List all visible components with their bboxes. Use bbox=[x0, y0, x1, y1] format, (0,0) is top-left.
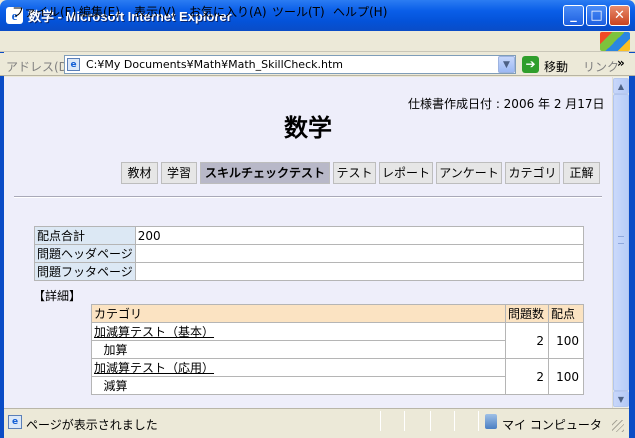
tab-answer[interactable]: 正解 bbox=[563, 162, 600, 184]
indent-cell bbox=[91, 340, 102, 359]
menu-tools[interactable]: ツール(T) bbox=[272, 3, 325, 20]
tab-materials[interactable]: 教材 bbox=[121, 162, 158, 184]
tab-survey[interactable]: アンケート bbox=[436, 162, 502, 184]
tab-report[interactable]: レポート bbox=[379, 162, 433, 184]
tab-skill-check-test[interactable]: スキルチェックテスト bbox=[200, 162, 330, 184]
tab-study[interactable]: 学習 bbox=[161, 162, 197, 184]
menu-help[interactable]: ヘルプ(H) bbox=[333, 3, 387, 20]
question-count: 2 bbox=[505, 322, 549, 359]
detail-table: カテゴリ 問題数 配点 加減算テスト（基本） 2 100 加算 加減算テスト（応… bbox=[91, 304, 584, 395]
close-button[interactable]: ✕ bbox=[609, 5, 630, 26]
category-link[interactable]: 加減算テスト（応用） bbox=[91, 358, 506, 377]
summary-label: 問題フッタページ bbox=[34, 262, 136, 281]
links-more-button[interactable]: » bbox=[617, 56, 625, 70]
address-label: アドレス(D) bbox=[6, 60, 73, 74]
table-row: 問題ヘッダページ bbox=[34, 244, 585, 263]
menu-file[interactable]: ファイル(F) bbox=[12, 3, 76, 20]
page-icon: e bbox=[67, 58, 80, 71]
close-icon: ✕ bbox=[614, 8, 625, 23]
question-count: 2 bbox=[505, 358, 549, 395]
spec-date: 仕様書作成日付 : 2006 年 2 月17日 bbox=[408, 97, 605, 111]
table-row: 配点合計 200 bbox=[34, 226, 585, 245]
computer-zone-icon bbox=[485, 414, 497, 429]
subcategory: 減算 bbox=[101, 376, 506, 395]
table-row: 加減算テスト（基本） 2 100 bbox=[91, 322, 584, 359]
summary-value: 200 bbox=[134, 226, 585, 245]
scroll-up-icon: ▲ bbox=[617, 82, 625, 91]
header-points: 配点 bbox=[548, 304, 584, 323]
summary-table: 配点合計 200 問題ヘッダページ 問題フッタページ bbox=[34, 226, 585, 281]
resize-grip-icon[interactable] bbox=[612, 420, 624, 432]
subcategory: 加算 bbox=[101, 340, 506, 359]
status-divider bbox=[430, 411, 431, 431]
minimize-button[interactable]: _ bbox=[563, 5, 584, 26]
windows-logo-icon bbox=[600, 32, 630, 51]
address-value[interactable]: C:¥My Documents¥Math¥Math_SkillCheck.htm bbox=[86, 58, 343, 71]
chevron-down-icon: ▼ bbox=[503, 60, 510, 70]
details-label: 【詳細】 bbox=[33, 289, 82, 303]
minimize-icon: _ bbox=[570, 8, 577, 23]
category-link-text[interactable]: 加減算テスト（応用） bbox=[94, 361, 214, 375]
status-text: ページが表示されました bbox=[26, 418, 158, 432]
go-button[interactable]: 移動 bbox=[544, 58, 568, 75]
status-divider bbox=[478, 411, 479, 431]
menu-view[interactable]: 表示(V) bbox=[134, 3, 176, 20]
category-link-text[interactable]: 加減算テスト（基本） bbox=[94, 325, 214, 339]
summary-label: 配点合計 bbox=[34, 226, 136, 245]
status-divider bbox=[404, 411, 405, 431]
page-icon: e bbox=[8, 415, 22, 429]
table-header-row: カテゴリ 問題数 配点 bbox=[91, 304, 584, 323]
tab-category[interactable]: カテゴリ bbox=[505, 162, 560, 184]
summary-label: 問題ヘッダページ bbox=[34, 244, 136, 263]
scroll-down-button[interactable]: ▼ bbox=[613, 391, 629, 407]
maximize-button[interactable]: □ bbox=[586, 5, 607, 26]
header-category: カテゴリ bbox=[91, 304, 506, 323]
page-title: 数学 bbox=[284, 114, 332, 142]
indent-cell bbox=[91, 376, 102, 395]
scroll-down-icon: ▼ bbox=[617, 395, 625, 404]
summary-value bbox=[134, 262, 585, 281]
menu-bar bbox=[0, 31, 635, 52]
status-divider bbox=[454, 411, 455, 431]
question-points: 100 bbox=[548, 322, 584, 359]
summary-value bbox=[134, 244, 585, 263]
question-points: 100 bbox=[548, 358, 584, 395]
header-count: 問題数 bbox=[505, 304, 549, 323]
scroll-up-button[interactable]: ▲ bbox=[613, 78, 629, 94]
table-row: 加減算テスト（応用） 2 100 bbox=[91, 358, 584, 395]
maximize-icon: □ bbox=[590, 8, 603, 23]
go-arrow-icon[interactable]: ➔ bbox=[522, 56, 539, 73]
status-divider bbox=[380, 411, 381, 431]
window-frame-right bbox=[629, 31, 635, 438]
links-label[interactable]: リンク bbox=[583, 58, 619, 75]
scrollbar-grip-icon bbox=[618, 236, 624, 244]
tab-test[interactable]: テスト bbox=[333, 162, 376, 184]
menu-favorites[interactable]: お気に入り(A) bbox=[189, 3, 267, 20]
menu-edit[interactable]: 編集(E) bbox=[79, 3, 120, 20]
divider bbox=[14, 196, 602, 198]
table-row: 問題フッタページ bbox=[34, 262, 585, 281]
address-dropdown-button[interactable]: ▼ bbox=[498, 56, 515, 73]
category-link[interactable]: 加減算テスト（基本） bbox=[91, 322, 506, 341]
security-zone: マイ コンピュータ bbox=[502, 418, 602, 432]
